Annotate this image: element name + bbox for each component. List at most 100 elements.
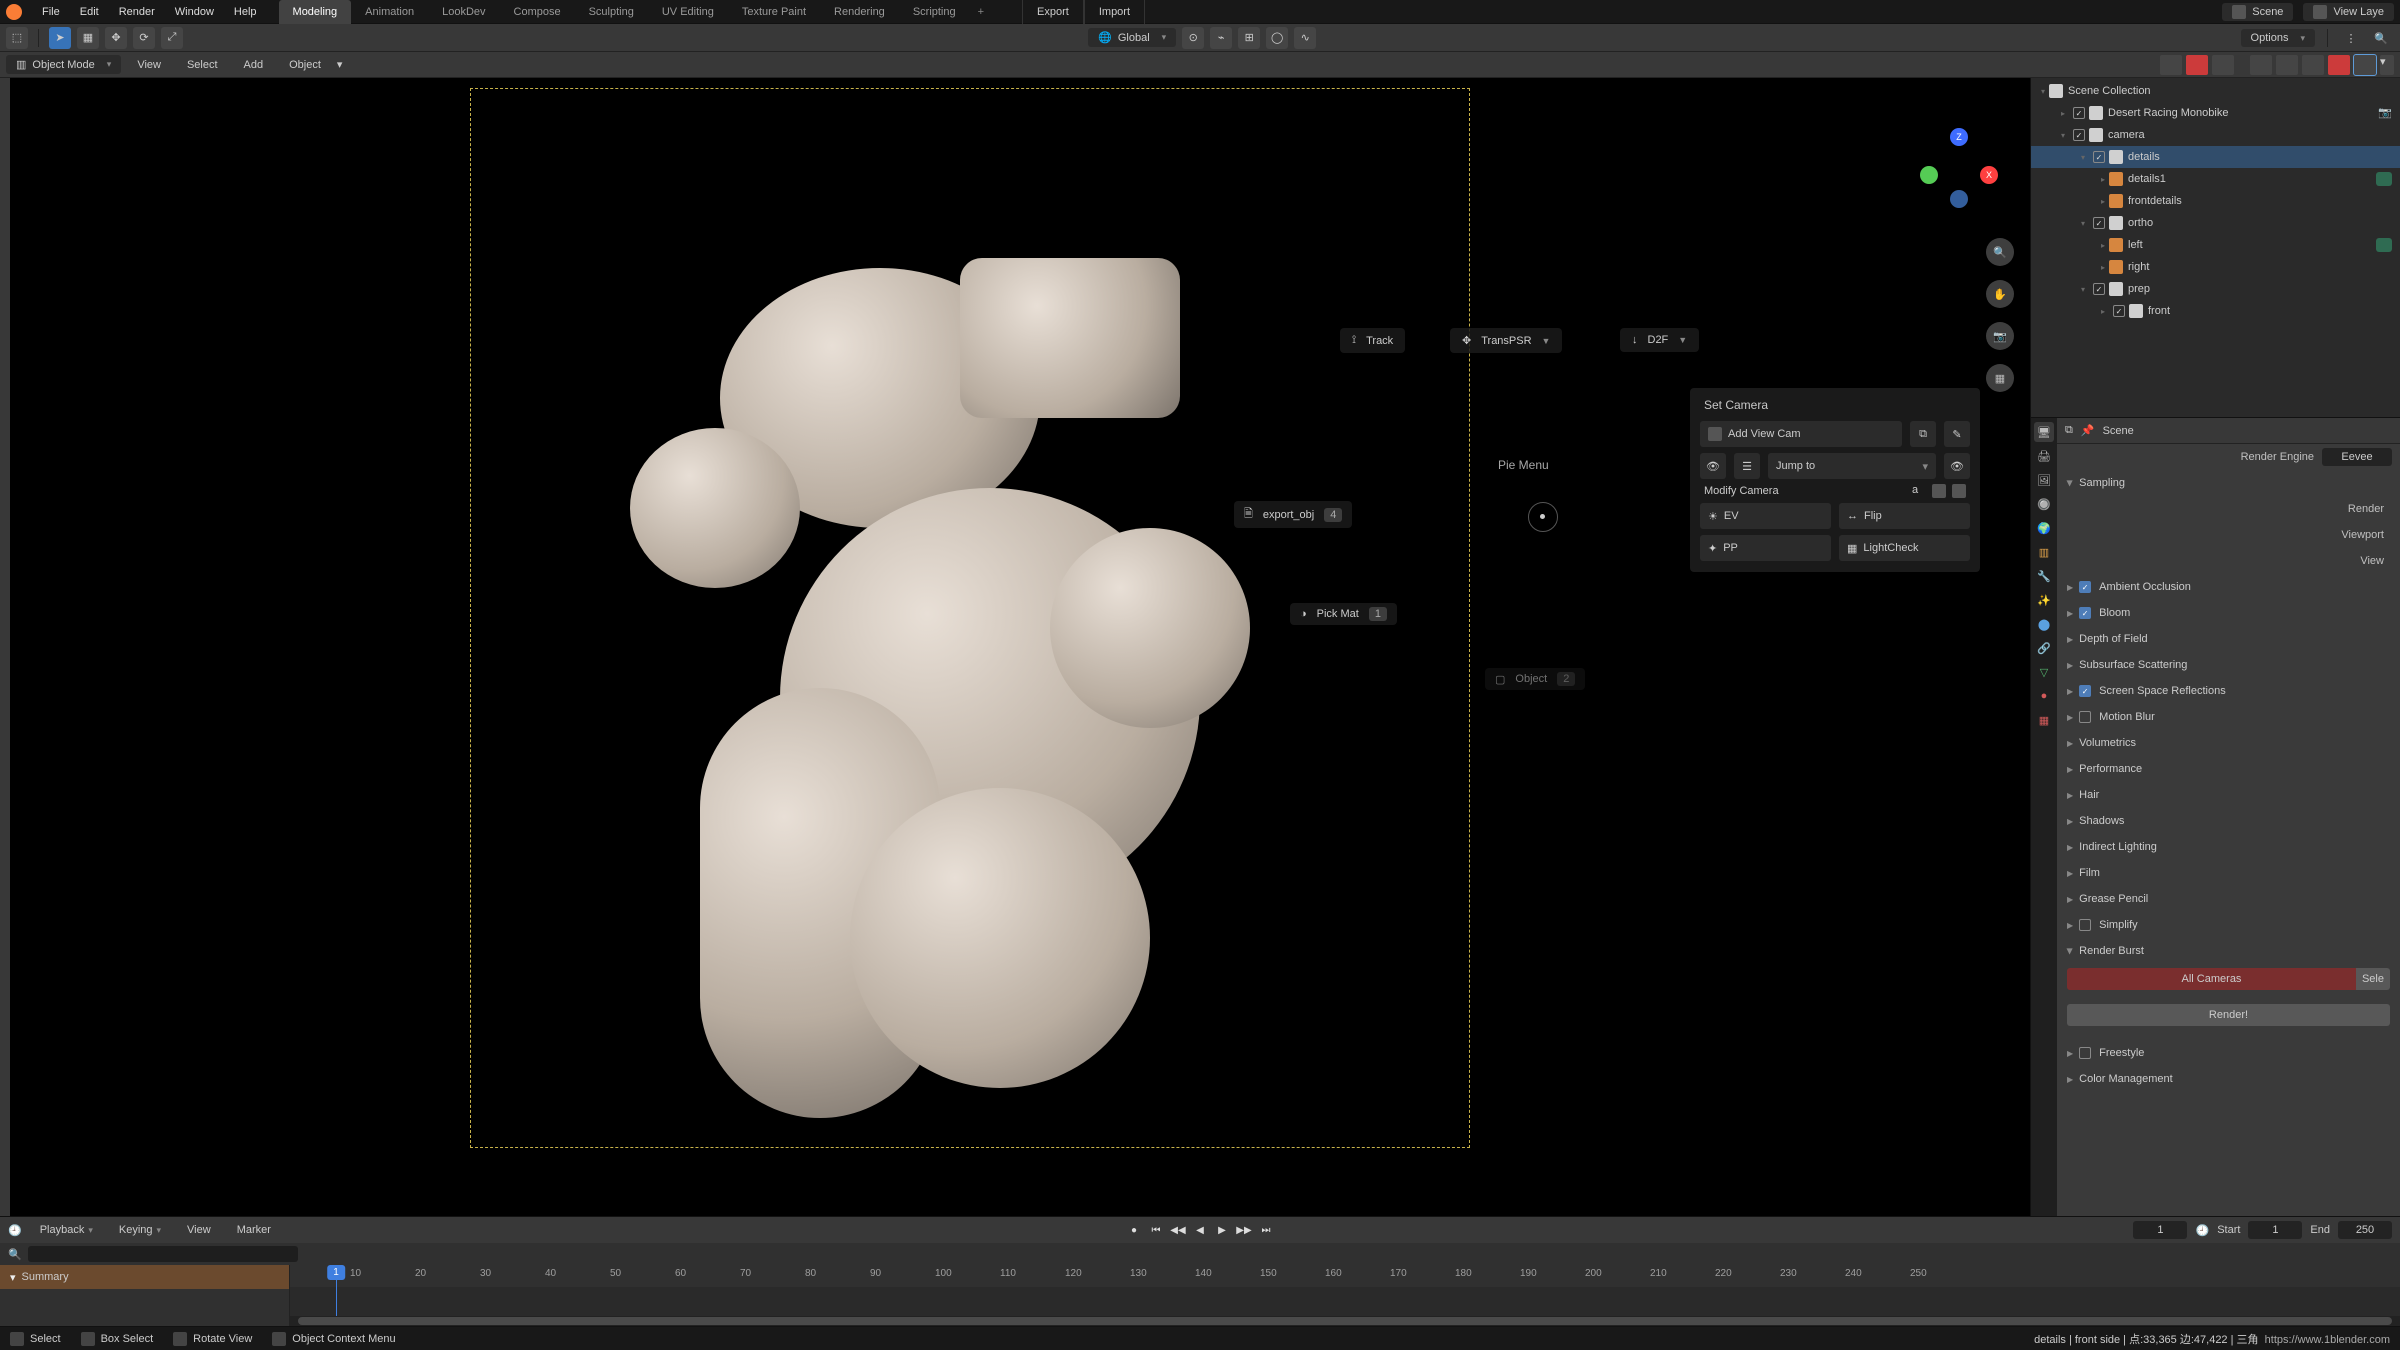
visibility-checkbox[interactable]: ✓ (2073, 129, 2085, 141)
shading-lookdev[interactable] (2328, 55, 2350, 75)
render-button[interactable]: Render! (2067, 1004, 2390, 1026)
shading-wireframe[interactable] (2276, 55, 2298, 75)
workspace-scripting[interactable]: Scripting (899, 0, 970, 24)
ptab-physics[interactable]: ⬤ (2034, 614, 2054, 634)
camera-view-icon[interactable]: 📷 (1986, 322, 2014, 350)
all-cameras-button[interactable]: All Cameras (2067, 968, 2356, 990)
outliner-row[interactable]: ▸frontdetails (2031, 190, 2400, 212)
ev-button[interactable]: ☀EV (1700, 503, 1831, 529)
keyframe-prev-icon[interactable]: ◀◀ (1170, 1222, 1186, 1238)
visibility-checkbox[interactable]: ✓ (2093, 217, 2105, 229)
search-icon[interactable]: 🔍 (8, 1248, 22, 1261)
outliner-row[interactable]: ▾✓camera (2031, 124, 2400, 146)
timeline-scrollbar[interactable] (290, 1316, 2400, 1326)
section-render-burst[interactable]: ▶Render Burst (2057, 938, 2400, 964)
outliner-tree[interactable]: ▾ Scene Collection ▸✓Desert Racing Monob… (2031, 78, 2400, 417)
proportional-edit[interactable]: ◯ (1266, 27, 1288, 49)
cam-visibility-icon[interactable]: 👁 (1944, 453, 1970, 479)
pick-mat-tag[interactable]: ◑Pick Mat1 (1290, 603, 1397, 625)
freestyle-checkbox[interactable] (2079, 1047, 2091, 1059)
lightcheck-button[interactable]: ▦LightCheck (1839, 535, 1970, 561)
ptab-render[interactable]: 🖥 (2034, 422, 2054, 442)
timeline-ruler[interactable]: 1020304050607080901001101201301401501601… (290, 1265, 2400, 1326)
outliner-row[interactable]: ▾✓details (2031, 146, 2400, 168)
ptab-object[interactable]: ▥ (2034, 542, 2054, 562)
section-shadows[interactable]: ▶Shadows (2057, 808, 2400, 834)
visibility-checkbox[interactable]: ✓ (2093, 151, 2105, 163)
preview-range-icon[interactable]: 🕘 (2195, 1224, 2209, 1237)
header-object[interactable]: Object (279, 52, 331, 78)
workspace-lookdev[interactable]: LookDev (428, 0, 499, 24)
keyframe-next-icon[interactable]: ▶▶ (1236, 1222, 1252, 1238)
transform-orientation[interactable]: 🌐Global (1088, 28, 1176, 47)
viewlayer-selector[interactable]: View Laye (2303, 3, 2394, 21)
visibility-checkbox[interactable]: ✓ (2113, 305, 2125, 317)
section-grease-pencil[interactable]: ▶Grease Pencil (2057, 886, 2400, 912)
workspace-animation[interactable]: Animation (351, 0, 428, 24)
tool-rotate[interactable]: ⟳ (133, 27, 155, 49)
menu-render[interactable]: Render (109, 0, 165, 24)
rename-icon[interactable]: a (1912, 484, 1926, 498)
render-engine-value[interactable]: Eevee (2322, 448, 2392, 466)
ptab-constraints[interactable]: 🔗 (2034, 638, 2054, 658)
current-frame[interactable]: 1 (2133, 1221, 2187, 1239)
timeline-cursor-head[interactable]: 1 (327, 1265, 345, 1280)
gizmo-axis-z[interactable]: Z (1950, 128, 1968, 146)
flip-button[interactable]: ↔Flip (1839, 503, 1970, 529)
pp-button[interactable]: ✦PP (1700, 535, 1831, 561)
section-indirect-lighting[interactable]: ▶Indirect Lighting (2057, 834, 2400, 860)
workspace-export[interactable]: Export (1022, 0, 1084, 24)
section-hair[interactable]: ▶Hair (2057, 782, 2400, 808)
ptab-output[interactable]: 🖨 (2034, 446, 2054, 466)
section-simplify[interactable]: ▶Simplify (2057, 912, 2400, 938)
outliner-row[interactable]: ▸right (2031, 256, 2400, 278)
gizmo-toggle[interactable] (2186, 55, 2208, 75)
menu-window[interactable]: Window (165, 0, 224, 24)
selected-cameras-button[interactable]: Sele (2356, 968, 2390, 990)
zoom-icon[interactable]: 🔍 (1986, 238, 2014, 266)
tool-move[interactable]: ✥ (105, 27, 127, 49)
workspace-import[interactable]: Import (1084, 0, 1145, 24)
export-obj-tag[interactable]: 🗎export_obj4 (1234, 501, 1352, 528)
header-add[interactable]: Add (234, 52, 274, 78)
outliner-row[interactable]: ▸✓Desert Racing Monobike📷 (2031, 102, 2400, 124)
ptab-data[interactable]: ▽ (2034, 662, 2054, 682)
menu-file[interactable]: File (32, 0, 70, 24)
ptab-texture[interactable]: ▦ (2034, 710, 2054, 730)
play-rev-icon[interactable]: ◀ (1192, 1222, 1208, 1238)
ptab-scene[interactable]: 🔘 (2034, 494, 2054, 514)
section-checkbox[interactable]: ✓ (2079, 685, 2091, 697)
mode-dropdown[interactable]: ▥Object Mode (6, 55, 121, 74)
ptab-modifier[interactable]: 🔧 (2034, 566, 2054, 586)
visibility-checkbox[interactable]: ✓ (2073, 107, 2085, 119)
outliner-root[interactable]: ▾ Scene Collection (2031, 80, 2400, 102)
end-frame[interactable]: 250 (2338, 1221, 2392, 1239)
outliner-row[interactable]: ▸✓front (2031, 300, 2400, 322)
transpsr-button[interactable]: ✥TransPSR▼ (1450, 328, 1562, 353)
snap-dropdown[interactable]: ⊞ (1238, 27, 1260, 49)
cam-prev-icon[interactable]: 👁 (1700, 453, 1726, 479)
workspace-modeling[interactable]: Modeling (279, 0, 352, 24)
tl-playback[interactable]: Playback (32, 1224, 101, 1236)
section-subsurface-scattering[interactable]: ▶Subsurface Scattering (2057, 652, 2400, 678)
new-cam-icon[interactable]: ⧉ (1910, 421, 1936, 447)
tool-scale[interactable]: ⤢ (161, 27, 183, 49)
section-bloom[interactable]: ▶✓Bloom (2057, 600, 2400, 626)
pin-icon[interactable]: 📌 (2081, 424, 2095, 437)
section-screen-space-reflections[interactable]: ▶✓Screen Space Reflections (2057, 678, 2400, 704)
start-frame[interactable]: 1 (2248, 1221, 2302, 1239)
header-select[interactable]: Select (177, 52, 228, 78)
timeline-type-icon[interactable]: 🕘 (8, 1224, 22, 1237)
shading-dropdown[interactable]: ▾ (2380, 55, 2394, 75)
add-view-cam-button[interactable]: Add View Cam (1700, 421, 1902, 447)
play-icon[interactable]: ▶ (1214, 1222, 1230, 1238)
d2f-button[interactable]: ↓D2F▼ (1620, 328, 1699, 352)
gizmo-axis-nz[interactable] (1950, 190, 1968, 208)
outliner-search-icon[interactable]: 🔍 (2370, 27, 2392, 49)
section-motion-blur[interactable]: ▶Motion Blur (2057, 704, 2400, 730)
section-checkbox[interactable]: ✓ (2079, 607, 2091, 619)
gizmo-axis-y[interactable] (1920, 166, 1938, 184)
section-freestyle[interactable]: ▶Freestyle (2057, 1040, 2400, 1066)
visibility-toggle[interactable] (2160, 55, 2182, 75)
tool-cursor[interactable]: ➤ (49, 27, 71, 49)
